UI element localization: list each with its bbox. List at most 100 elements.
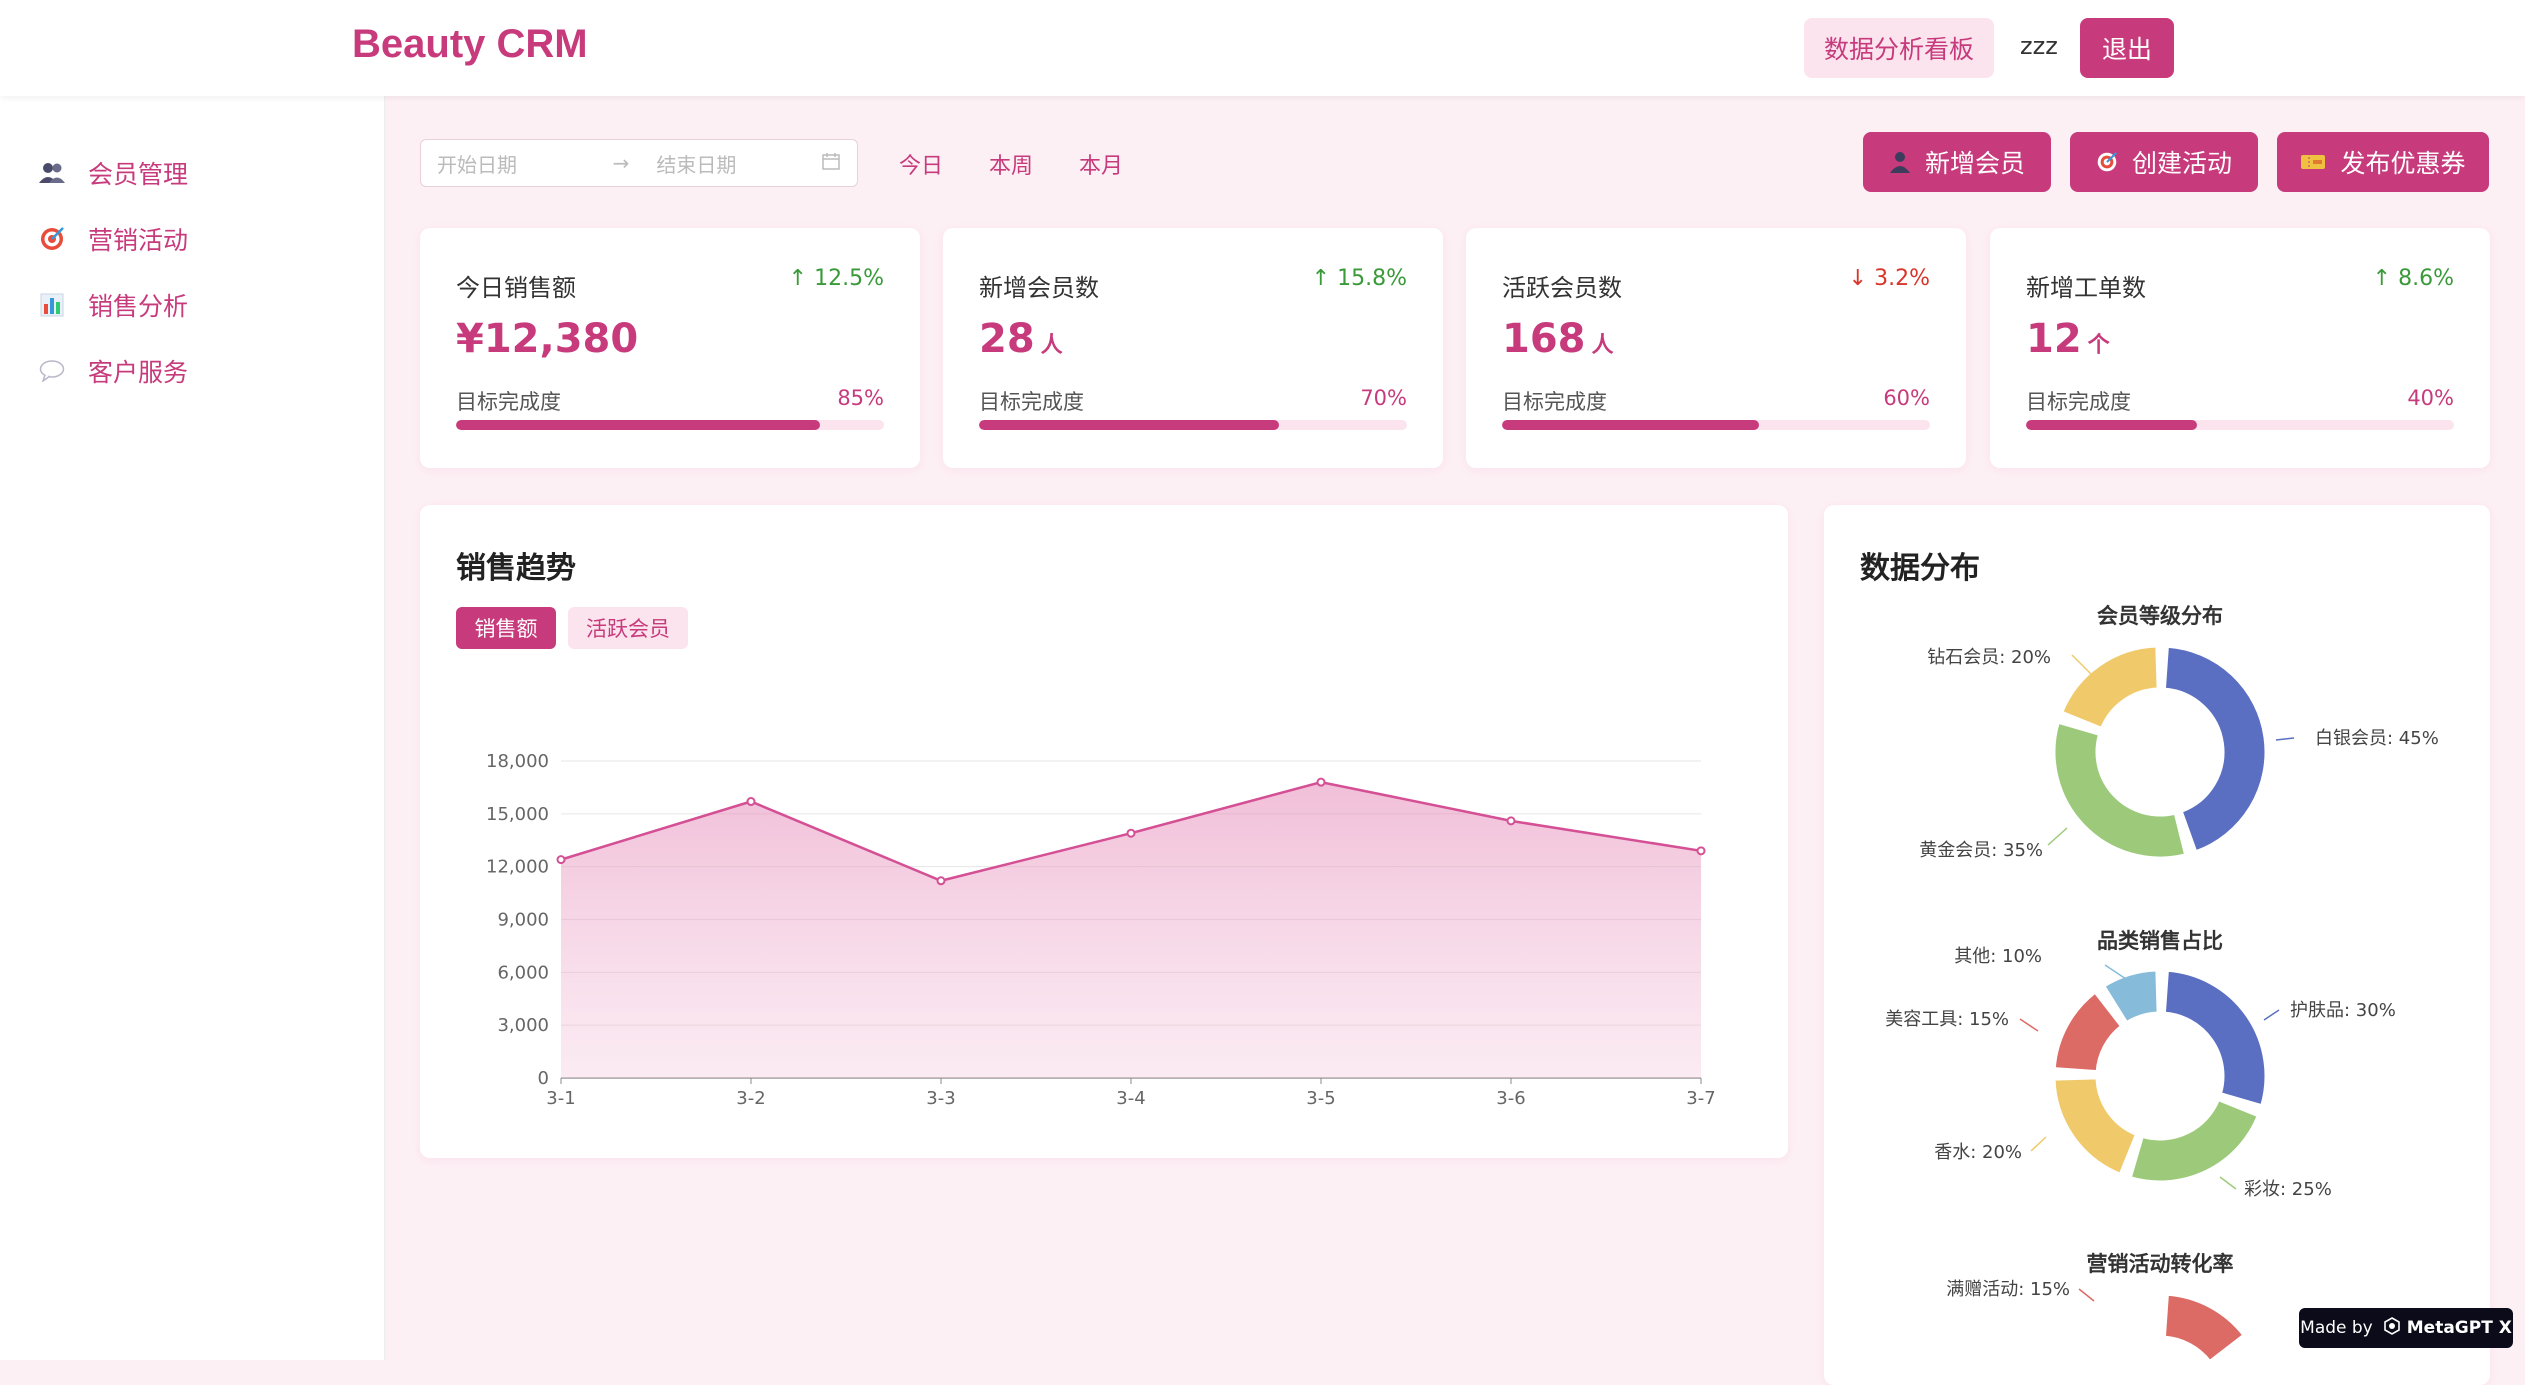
made-by-text: Made by — [2300, 1318, 2373, 1338]
start-date-input[interactable]: 开始日期 — [421, 149, 602, 178]
slice-label: 彩妆: 25% — [2244, 1179, 2332, 1200]
progress-percent: 40% — [2407, 386, 2454, 410]
publish-coupon-label: 发布优惠券 — [2340, 149, 2466, 178]
app-brand: Beauty CRM — [352, 22, 588, 66]
metagpt-brand: MetaGPT X — [2406, 1318, 2512, 1338]
sidebar-item-label: 客户服务 — [88, 358, 189, 387]
label-leader — [2019, 1018, 2039, 1032]
sales-area — [561, 782, 1701, 1078]
stat-value: ¥12,380 — [456, 316, 639, 362]
y-tick-label: 9,000 — [497, 910, 549, 931]
slice-label: 其他: 10% — [1954, 946, 2042, 967]
sidebar-item-label: 销售分析 — [88, 292, 189, 321]
slice-label: 白银会员: 45% — [2315, 728, 2439, 749]
progress-track — [456, 420, 884, 430]
user-icon — [1889, 151, 1911, 173]
progress-fill — [979, 420, 1279, 430]
bar-chart-icon — [38, 291, 66, 319]
slice-label: 护肤品: 30% — [2290, 1000, 2396, 1021]
stat-value: 12 个 — [2026, 316, 2110, 362]
x-tick-label: 3-6 — [1496, 1088, 1525, 1109]
label-leader — [2219, 1176, 2237, 1190]
sales-point — [1126, 828, 1136, 838]
sales-point — [936, 876, 946, 886]
quick-week-link[interactable]: 本周 — [989, 148, 1033, 180]
label-leader — [2275, 737, 2295, 741]
stat-value: 168 人 — [1502, 316, 1614, 362]
distribution-panel: 数据分布 会员等级分布 白银会员: 45% 黄金会员: 35% 钻石会员: 20% 品类… — [1824, 505, 2490, 1385]
y-tick-label: 6,000 — [497, 962, 549, 983]
progress-track — [979, 420, 1407, 430]
sales-point — [556, 855, 566, 865]
end-date-input[interactable]: 结束日期 — [640, 149, 821, 178]
x-tick-label: 3-3 — [926, 1088, 955, 1109]
sidebar: 会员管理 营销活动 销售分析 客户服务 — [0, 0, 385, 1360]
metagpt-logo-icon — [2383, 1316, 2401, 1340]
stat-title: 新增会员数 — [979, 274, 1099, 302]
sales-trend-chart: 0 3,000 6,000 9,000 12,000 15,000 18,000 3-1 3-2… — [486, 751, 1716, 1109]
target-icon — [2096, 151, 2118, 173]
add-member-label: 新增会员 — [1924, 149, 2025, 178]
y-tick-label: 3,000 — [497, 1015, 549, 1036]
sales-point — [1506, 816, 1516, 826]
stat-change: ↓ 3.2% — [1848, 266, 1930, 291]
sales-point — [1316, 777, 1326, 787]
stat-title: 新增工单数 — [2026, 274, 2146, 302]
progress-percent: 70% — [1360, 386, 1407, 410]
y-tick-label: 12,000 — [486, 857, 549, 878]
x-tick-label: 3-1 — [546, 1088, 575, 1109]
progress-label: 目标完成度 — [979, 390, 1084, 414]
y-tick-label: 18,000 — [486, 751, 549, 772]
slice-label: 美容工具: 15% — [1885, 1009, 2009, 1030]
progress-percent: 85% — [837, 386, 884, 410]
made-by-badge[interactable]: Made by MetaGPT X — [2299, 1308, 2513, 1348]
arrow-right-icon: → — [612, 151, 630, 175]
calendar-icon — [821, 151, 841, 176]
sidebar-item-sales-analysis[interactable]: 销售分析 — [0, 272, 384, 338]
quick-month-link[interactable]: 本月 — [1079, 148, 1123, 180]
progress-fill — [2026, 420, 2198, 430]
sales-point — [746, 797, 756, 807]
stat-title: 今日销售额 — [456, 274, 576, 302]
dashboard-button[interactable]: 数据分析看板 — [1804, 18, 1994, 78]
stat-change: ↑ 12.5% — [788, 266, 884, 291]
create-campaign-button[interactable]: 创建活动 — [2070, 132, 2258, 192]
progress-fill — [456, 420, 820, 430]
progress-label: 目标完成度 — [1502, 390, 1607, 414]
date-range-picker[interactable]: 开始日期 → 结束日期 — [420, 139, 858, 187]
label-leader — [2078, 1288, 2095, 1302]
donut-slice — [2052, 1076, 2138, 1176]
stat-card-new-tickets: 新增工单数 ↑ 8.6% 12 个 目标完成度 40% — [1990, 228, 2490, 468]
sidebar-item-marketing[interactable]: 营销活动 — [0, 206, 384, 272]
label-leader — [2047, 827, 2068, 846]
slice-label: 满赠活动: 15% — [1946, 1279, 2070, 1300]
donut-slice — [2052, 720, 2188, 860]
donut-title: 品类销售占比 — [2097, 929, 2223, 953]
progress-fill — [1502, 420, 1759, 430]
quick-today-link[interactable]: 今日 — [899, 148, 943, 180]
donut-slice — [2162, 1292, 2246, 1363]
sidebar-item-label: 会员管理 — [88, 160, 189, 189]
sales-trend-panel: 销售趋势 销售额 活跃会员 0 3,000 6,000 9,000 12,000 15,0… — [420, 505, 1788, 1158]
donut-title: 营销活动转化率 — [2087, 1252, 2234, 1276]
slice-label: 钻石会员: 20% — [1927, 647, 2051, 668]
logout-button[interactable]: 退出 — [2080, 18, 2174, 78]
label-leader — [2263, 1009, 2280, 1021]
distribution-charts: 会员等级分布白银会员: 45% 黄金会员: 35% 钻石会员: 20% 品类销售占比护… — [1885, 604, 2439, 1363]
label-leader — [2071, 654, 2093, 676]
username: zzz — [2020, 32, 2058, 60]
chat-bubble-icon — [38, 357, 66, 385]
progress-label: 目标完成度 — [456, 390, 561, 414]
donut-slice — [2162, 644, 2268, 854]
top-header: Beauty CRM 数据分析看板 zzz 退出 — [0, 0, 2525, 96]
publish-coupon-button[interactable]: 发布优惠券 — [2277, 132, 2489, 192]
sidebar-item-members[interactable]: 会员管理 — [0, 140, 384, 206]
create-campaign-label: 创建活动 — [2131, 149, 2232, 178]
stat-card-sales: 今日销售额 ↑ 12.5% ¥12,380 目标完成度 85% — [420, 228, 920, 468]
add-member-button[interactable]: 新增会员 — [1863, 132, 2051, 192]
stat-change: ↑ 8.6% — [2372, 266, 2454, 291]
stat-card-new-members: 新增会员数 ↑ 15.8% 28 人 目标完成度 70% — [943, 228, 1443, 468]
sidebar-item-customer-service[interactable]: 客户服务 — [0, 338, 384, 404]
x-tick-label: 3-2 — [736, 1088, 765, 1109]
label-leader — [2030, 1136, 2047, 1152]
